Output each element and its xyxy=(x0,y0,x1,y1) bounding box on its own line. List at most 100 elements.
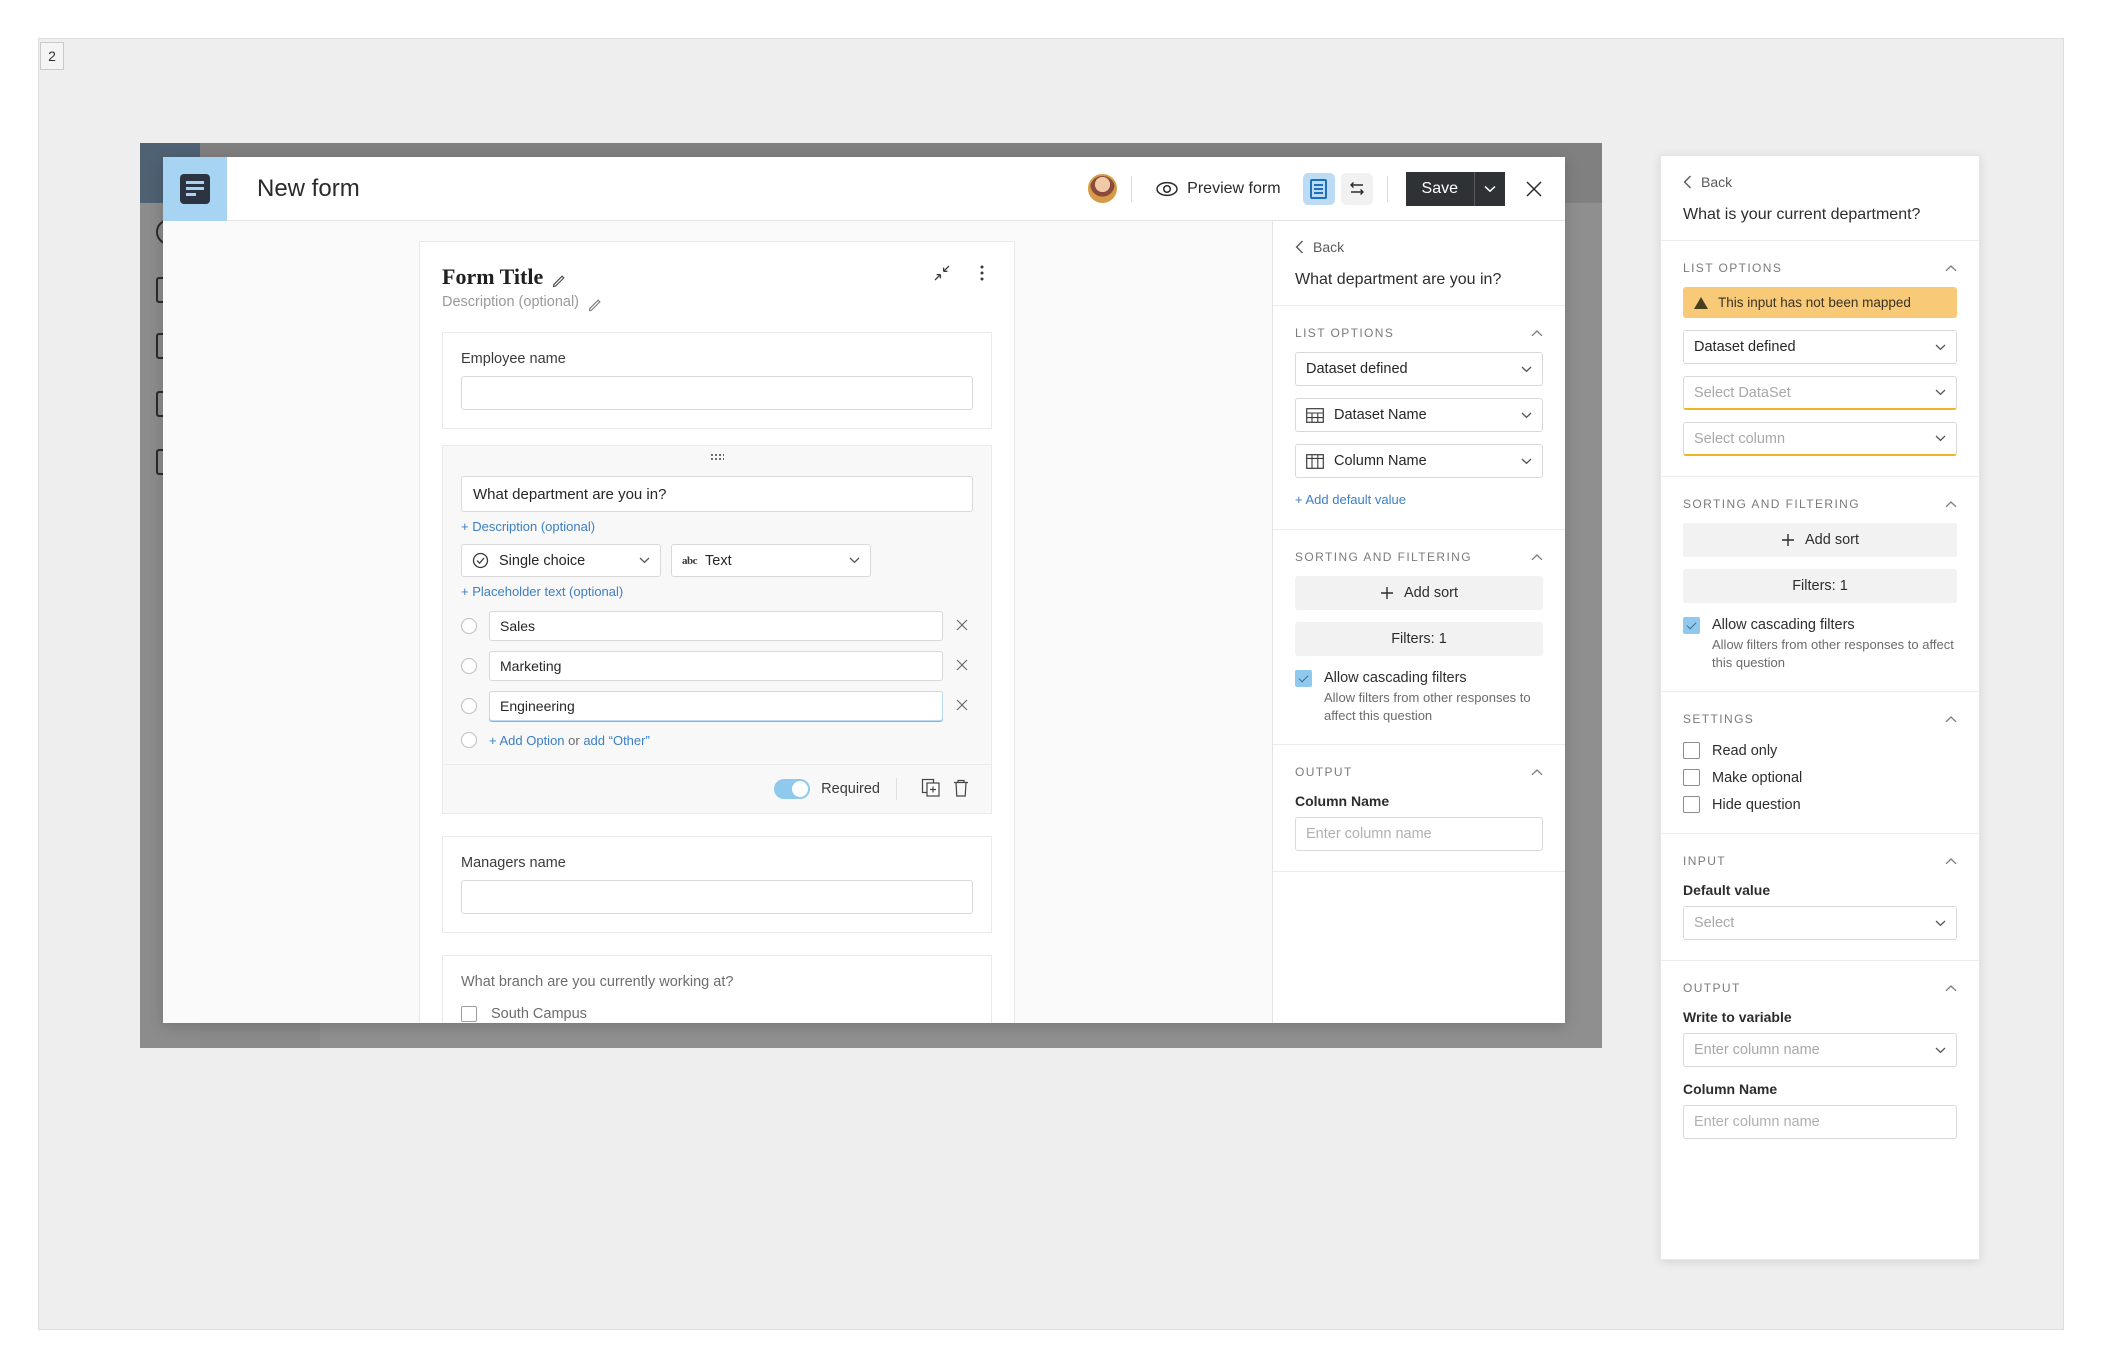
option-input[interactable] xyxy=(489,691,943,721)
allow-cascading-filters-checkbox[interactable] xyxy=(1295,670,1312,687)
filters-button[interactable]: Filters: 1 xyxy=(1295,622,1543,656)
form-title-row: Form Title Description (optional) xyxy=(442,264,992,312)
option-radio[interactable] xyxy=(461,618,477,634)
option-input[interactable] xyxy=(489,651,943,681)
column-name-select[interactable]: Column Name xyxy=(1295,444,1543,478)
section-title: SORTING AND FILTERING xyxy=(1295,550,1472,564)
field-label: Managers name xyxy=(461,855,566,871)
write-to-variable-select[interactable]: Enter column name xyxy=(1683,1033,1957,1068)
write-to-variable-placeholder: Enter column name xyxy=(1694,1042,1820,1059)
form-builder-canvas: Form Title Description (optional) Employ… xyxy=(163,221,1273,1023)
branch-option-checkbox[interactable] xyxy=(461,1006,477,1022)
question-format-select[interactable]: abc Text xyxy=(671,544,871,577)
chevron-up-icon[interactable] xyxy=(1531,766,1543,778)
setting-read-only-row: Read only xyxy=(1683,742,1957,760)
header-actions: Preview form Save xyxy=(1088,171,1565,206)
drag-dots-icon[interactable] xyxy=(710,452,724,462)
chevron-up-icon[interactable] xyxy=(1531,327,1543,339)
select-column-select[interactable]: Select column xyxy=(1683,422,1957,456)
option-radio[interactable] xyxy=(461,698,477,714)
preview-form-button[interactable]: Preview form xyxy=(1146,174,1290,204)
section-header-settings[interactable]: SETTINGS xyxy=(1683,712,1957,726)
pencil-icon[interactable] xyxy=(552,273,567,288)
chevron-up-icon[interactable] xyxy=(1945,982,1957,994)
plus-icon xyxy=(1381,587,1393,599)
list-source-select[interactable]: Dataset defined xyxy=(1295,352,1543,386)
question-type-select[interactable]: Single choice xyxy=(461,544,661,577)
field-label: What branch are you currently working at… xyxy=(461,974,734,990)
add-other-link[interactable]: add “Other” xyxy=(583,733,649,748)
list-source-select[interactable]: Dataset defined xyxy=(1683,330,1957,364)
close-icon[interactable] xyxy=(1519,174,1549,204)
form-view-icon[interactable] xyxy=(1302,172,1335,205)
section-header-list-options[interactable]: LIST OPTIONS xyxy=(1683,261,1957,275)
section-header-output[interactable]: OUTPUT xyxy=(1683,981,1957,995)
option-input[interactable] xyxy=(489,611,943,641)
question-text-input[interactable] xyxy=(461,476,973,512)
add-sort-button[interactable]: Add sort xyxy=(1295,576,1543,610)
chevron-up-icon[interactable] xyxy=(1945,498,1957,510)
single-choice-icon xyxy=(472,552,489,569)
output-column-name-label: Column Name xyxy=(1683,1081,1778,1098)
allow-cascading-filters-row: Allow cascading filters Allow filters fr… xyxy=(1683,617,1957,671)
hide-question-checkbox[interactable] xyxy=(1683,796,1700,814)
more-vertical-icon[interactable] xyxy=(972,264,992,284)
screen-canvas: 2 App Studio New form xyxy=(0,0,2102,1368)
output-column-name-input[interactable] xyxy=(1295,817,1543,852)
read-only-checkbox[interactable] xyxy=(1683,742,1700,760)
section-header-input[interactable]: INPUT xyxy=(1683,854,1957,868)
list-source-value: Dataset defined xyxy=(1694,339,1796,355)
close-icon[interactable] xyxy=(951,618,973,635)
section-header-list-options[interactable]: LIST OPTIONS xyxy=(1295,326,1543,340)
save-button[interactable]: Save xyxy=(1405,171,1475,206)
section-sorting-filtering: SORTING AND FILTERING Add sort Filters: … xyxy=(1273,530,1565,746)
duplicate-icon[interactable] xyxy=(919,777,943,801)
close-icon[interactable] xyxy=(951,698,973,715)
select-dataset-select[interactable]: Select DataSet xyxy=(1683,376,1957,410)
collapse-arrows-icon[interactable] xyxy=(932,264,952,284)
make-optional-checkbox[interactable] xyxy=(1683,769,1700,787)
list-source-value: Dataset defined xyxy=(1306,361,1408,377)
close-icon[interactable] xyxy=(951,658,973,675)
form-description[interactable]: Description (optional) xyxy=(442,294,603,312)
filters-label: Filters: 1 xyxy=(1792,578,1848,594)
managers-name-input[interactable] xyxy=(461,880,973,914)
section-header-sorting[interactable]: SORTING AND FILTERING xyxy=(1295,550,1543,564)
setting-make-optional-row: Make optional xyxy=(1683,769,1957,787)
section-header-output[interactable]: OUTPUT xyxy=(1295,765,1543,779)
form-description-placeholder: Description (optional) xyxy=(442,294,580,310)
output-column-name-input[interactable] xyxy=(1683,1105,1957,1140)
back-label: Back xyxy=(1701,174,1733,190)
add-default-value-link[interactable]: + Add default value xyxy=(1295,492,1406,507)
section-header-sorting[interactable]: SORTING AND FILTERING xyxy=(1683,497,1957,511)
option-radio[interactable] xyxy=(461,658,477,674)
add-sort-button[interactable]: Add sort xyxy=(1683,523,1957,557)
back-button[interactable]: Back xyxy=(1295,239,1543,255)
chevron-up-icon[interactable] xyxy=(1531,551,1543,563)
employee-name-input[interactable] xyxy=(461,376,973,410)
dataset-table-icon xyxy=(1306,407,1324,423)
allow-cascading-filters-checkbox[interactable] xyxy=(1683,617,1700,634)
pencil-icon[interactable] xyxy=(588,297,603,312)
add-placeholder-link[interactable]: + Placeholder text (optional) xyxy=(461,584,623,599)
required-toggle[interactable] xyxy=(774,779,811,799)
field-label: Employee name xyxy=(461,351,566,367)
filters-button[interactable]: Filters: 1 xyxy=(1683,569,1957,603)
dataset-name-select[interactable]: Dataset Name xyxy=(1295,398,1543,432)
default-value-select[interactable]: Select xyxy=(1683,906,1957,941)
chevron-up-icon[interactable] xyxy=(1945,713,1957,725)
output-column-name-label: Column Name xyxy=(1295,793,1390,810)
chevron-up-icon[interactable] xyxy=(1945,855,1957,867)
add-description-link[interactable]: + Description (optional) xyxy=(461,519,595,534)
chevron-down-icon xyxy=(1935,435,1946,442)
chevron-up-icon[interactable] xyxy=(1945,262,1957,274)
avatar[interactable] xyxy=(1088,174,1118,203)
add-sort-label: Add sort xyxy=(1805,532,1859,548)
trash-icon[interactable] xyxy=(949,777,973,801)
preview-form-label: Preview form xyxy=(1187,179,1281,197)
add-option-link[interactable]: + Add Option xyxy=(489,733,565,748)
status-badge: This input has not been mapped xyxy=(1683,287,1957,318)
chevron-down-icon[interactable] xyxy=(1475,171,1505,206)
swap-arrows-icon[interactable] xyxy=(1340,172,1373,205)
back-button[interactable]: Back xyxy=(1683,174,1957,190)
